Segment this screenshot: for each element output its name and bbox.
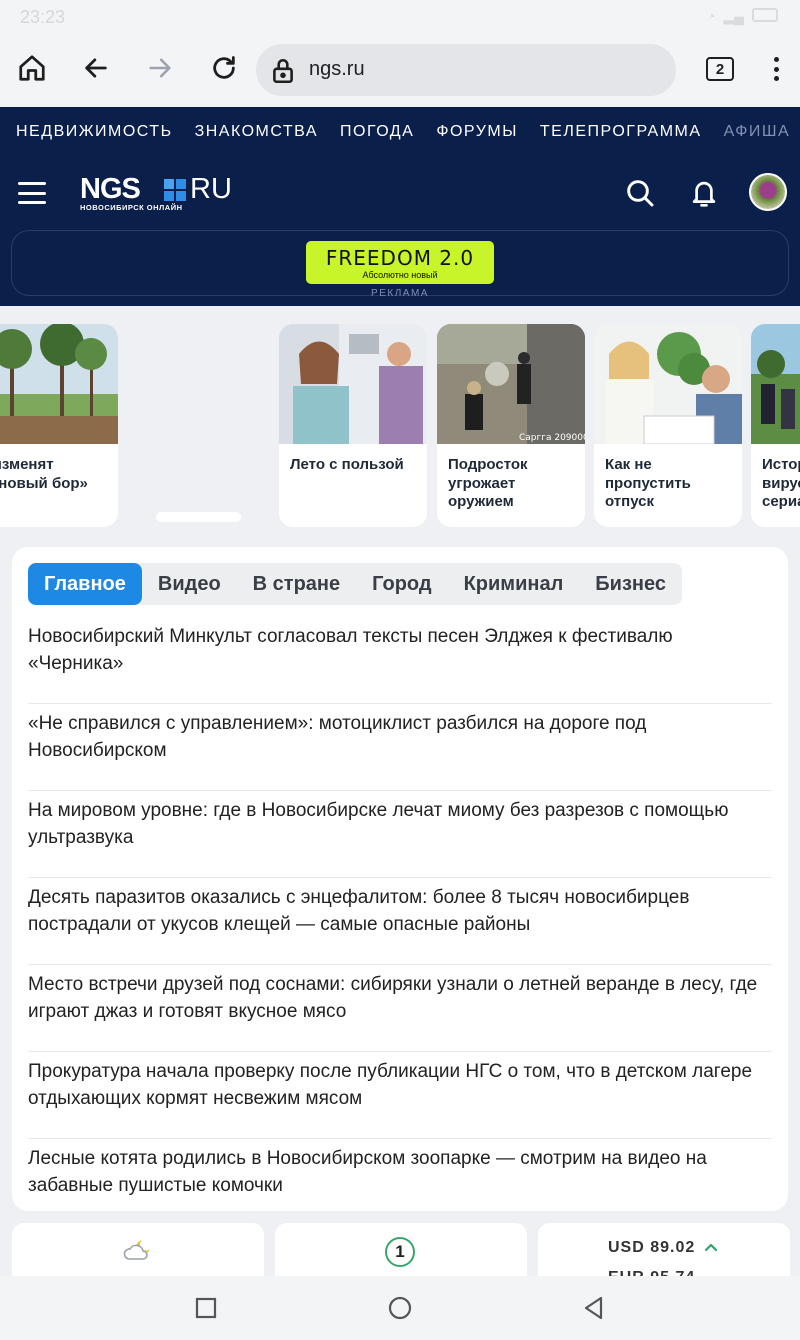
browser-menu-button[interactable] [764, 54, 788, 84]
status-time: 23:23 [20, 7, 66, 27]
top-nav-item[interactable]: ПОГОДА [340, 123, 414, 141]
browser-toolbar: ngs.ru 2 [0, 34, 800, 107]
stories-carousel[interactable]: к изменят основый бор» Лето с пользой Са… [0, 306, 800, 546]
forward-button[interactable] [136, 44, 184, 92]
news-headline-link[interactable]: «Не справился с управлением»: мотоциклис… [28, 704, 772, 791]
user-avatar[interactable] [749, 173, 787, 211]
svg-text:Саргга 2090000: Саргга 2090000 [519, 433, 585, 443]
battery-icon [752, 8, 778, 22]
arrow-up-icon [704, 1243, 718, 1252]
top-nav-item[interactable]: ФОРУМЫ [436, 123, 518, 141]
search-button[interactable] [622, 175, 658, 211]
back-button[interactable] [72, 44, 120, 92]
news-headline-link[interactable]: На мировом уровне: где в Новосибирске ле… [28, 791, 772, 878]
story-image-park [0, 324, 118, 444]
story-image-cctv: Саргга 2090000 [437, 324, 585, 444]
story-card[interactable]: Истор вирус сериа [751, 324, 800, 527]
tab-video[interactable]: Видео [142, 563, 237, 605]
menu-dot-icon [773, 76, 779, 81]
tab-switcher-button[interactable]: 2 [706, 57, 734, 81]
usd-rate: USD 89.02 [608, 1239, 696, 1256]
story-caption: Лето с пользой [290, 456, 404, 473]
forward-arrow-icon [149, 58, 171, 78]
ad-title: FREEDOM 2.0 [325, 246, 475, 270]
tab-business[interactable]: Бизнес [579, 563, 682, 605]
hamburger-line-icon [18, 182, 46, 185]
menu-dot-icon [773, 57, 779, 62]
logo-ru-text: RU [190, 173, 232, 205]
top-nav-item[interactable]: АФИША [724, 123, 791, 141]
story-image-dentist [279, 324, 427, 444]
hamburger-menu-button[interactable] [18, 182, 46, 204]
tab-city[interactable]: Город [356, 563, 447, 605]
signal-icon: ▂▄ [723, 8, 744, 24]
address-bar[interactable]: ngs.ru [256, 44, 676, 96]
search-icon [627, 180, 654, 207]
top-nav-item[interactable]: ТЕЛЕПРОГРАММА [540, 123, 702, 141]
story-caption: Истор вирус сериа [762, 456, 800, 510]
reload-button[interactable] [200, 44, 248, 92]
news-headline-link[interactable]: Лесные котята родились в Новосибирском з… [28, 1139, 772, 1226]
tab-crime[interactable]: Криминал [448, 563, 580, 605]
story-card[interactable]: Лето с пользой [279, 324, 427, 527]
ad-subtitle: Абсолютно новый [362, 270, 438, 280]
story-card[interactable]: Саргга 2090000 Подросток угрожает оружие… [437, 324, 585, 527]
site-header: НЕДВИЖИМОСТЬ ЗНАКОМСТВА ПОГОДА ФОРУМЫ ТЕ… [0, 107, 800, 306]
ad-banner[interactable]: FREEDOM 2.0 Абсолютно новый [306, 241, 494, 284]
back-arrow-icon [85, 58, 107, 78]
carousel-scroll-indicator [156, 512, 241, 522]
news-headline-link[interactable]: Место встречи друзей под соснами: сибиря… [28, 965, 772, 1052]
logo-squares-icon [164, 179, 186, 201]
system-nav-bar [0, 1276, 800, 1340]
tab-country[interactable]: В стране [237, 563, 356, 605]
recent-apps-button[interactable] [194, 1296, 218, 1320]
wifi-icon: ◔ [706, 8, 716, 24]
status-icons: ◔ ▂▄ [707, 8, 778, 25]
home-nav-button[interactable] [388, 1296, 412, 1320]
story-caption: к изменят основый бор» [0, 456, 88, 492]
menu-dot-icon [773, 66, 779, 72]
lock-icon [273, 58, 293, 84]
traffic-score: 1 [385, 1237, 415, 1267]
story-image-office [594, 324, 742, 445]
story-caption: Подросток угрожает оружием [448, 456, 528, 510]
hamburger-line-icon [18, 201, 46, 204]
hamburger-line-icon [18, 191, 46, 195]
story-image-field [751, 324, 800, 444]
story-card[interactable]: Как не пропустить отпуск [594, 324, 742, 527]
news-list: Новосибирский Минкульт согласовал тексты… [28, 617, 772, 1226]
logo-main-text: NGS [80, 173, 141, 205]
reload-icon [213, 56, 235, 79]
top-nav-item[interactable]: ЗНАКОМСТВА [195, 123, 318, 141]
url-text: ngs.ru [309, 58, 365, 80]
news-headline-link[interactable]: Десять паразитов оказались с энцефалитом… [28, 878, 772, 965]
news-card: Главное Видео В стране Город Криминал Би… [12, 547, 788, 1211]
tab-main[interactable]: Главное [28, 563, 142, 605]
logo-subtitle: НОВОСИБИРСК ОНЛАЙН [80, 203, 183, 212]
story-card[interactable]: к изменят основый бор» [0, 324, 118, 527]
news-headline-link[interactable]: Новосибирский Минкульт согласовал тексты… [28, 617, 772, 704]
top-nav-item[interactable]: НЕДВИЖИМОСТЬ [16, 123, 173, 141]
story-caption: Как не пропустить отпуск [605, 456, 691, 510]
site-logo[interactable]: NGS RU НОВОСИБИРСК ОНЛАЙН [80, 173, 240, 217]
ad-label: РЕКЛАМА [371, 288, 429, 299]
news-headline-link[interactable]: Прокуратура начала проверку после публик… [28, 1052, 772, 1139]
news-tabs: Главное Видео В стране Город Криминал Би… [28, 563, 682, 605]
back-nav-button[interactable] [582, 1296, 606, 1320]
status-bar: 23:23 ◔ ▂▄ [0, 0, 800, 34]
top-nav: НЕДВИЖИМОСТЬ ЗНАКОМСТВА ПОГОДА ФОРУМЫ ТЕ… [16, 107, 800, 157]
notifications-button[interactable] [686, 175, 722, 211]
home-icon [19, 55, 45, 81]
home-button[interactable] [8, 44, 56, 92]
bell-icon [692, 181, 716, 207]
partly-cloudy-night-icon [123, 1240, 150, 1260]
